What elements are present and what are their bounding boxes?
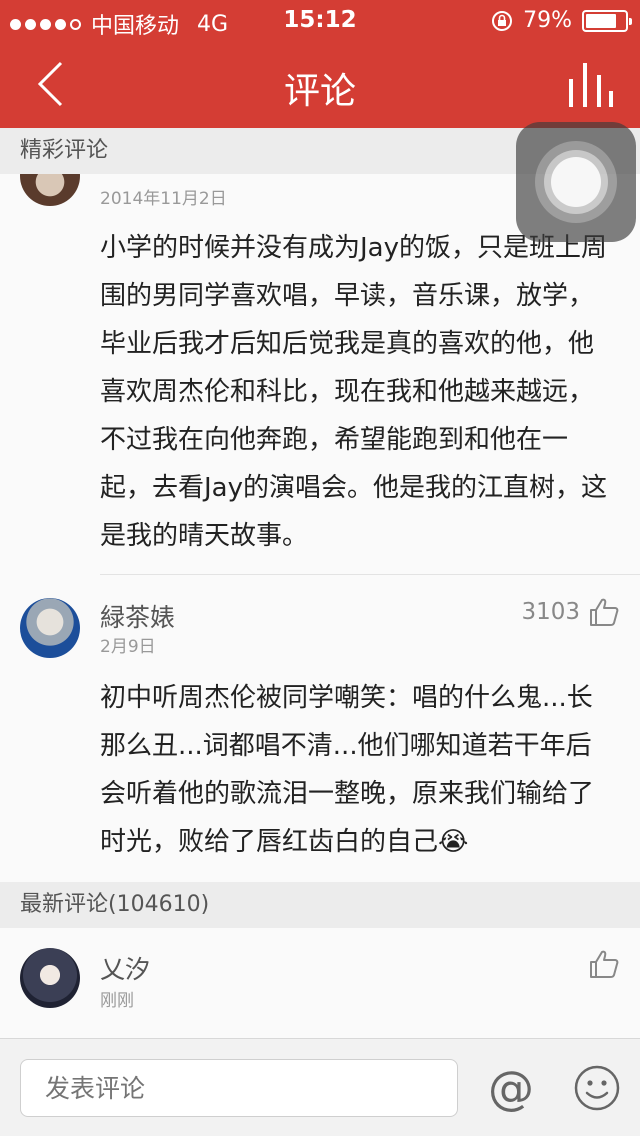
comment-list[interactable]: 2014年11月2日 小学的时候并没有成为Jay的饭，只是班上周围的男同学喜欢唱… [0,174,640,1038]
like-button[interactable]: 3103 [521,596,620,628]
assistive-touch-button[interactable] [516,122,636,242]
comment-date: 2月9日 [100,637,156,657]
thumbs-up-icon [590,950,619,978]
avatar[interactable] [20,598,80,658]
battery-icon [582,9,632,32]
comment-text: 小学的时候并没有成为Jay的饭，只是班上周围的男同学喜欢唱，早读，音乐课，放学，… [100,233,607,551]
assistive-touch-icon [551,157,601,207]
stats-button[interactable] [560,54,620,114]
like-count: 3103 [521,599,580,625]
smiley-icon [574,1065,620,1111]
at-icon: @ [488,1061,534,1115]
comment-input-bar: @ [0,1038,640,1136]
top-bar: 中国移动 4G 15:12 79% 评论 [0,0,640,128]
bars-icon [569,63,613,107]
rotation-lock-icon [492,10,513,31]
comment-date: 刚刚 [100,991,134,1011]
battery-percent: 79% [523,8,572,33]
comment-input[interactable] [20,1059,458,1117]
thumbs-up-icon [590,598,619,626]
user-name[interactable]: 緑茶婊 [100,598,175,634]
comment-item: 乂汐 刚刚 [0,928,640,1038]
emoji-button[interactable] [572,1055,622,1121]
comment-item: 緑茶婊 2月9日 3103 初中听周杰伦被同学嘲笑：唱的什么鬼...长那么丑..… [0,574,640,880]
like-button[interactable] [588,948,620,980]
mention-button[interactable]: @ [488,1055,534,1121]
battery-fill [586,13,617,28]
avatar[interactable] [20,174,80,206]
page-title: 评论 [283,71,356,112]
nav-bar: 评论 [0,40,640,128]
comment-date: 2014年11月2日 [100,189,227,209]
comment-text: 初中听周杰伦被同学嘲笑：唱的什么鬼...长那么丑...词都唱不清...他们哪知道… [100,683,595,857]
section-header-latest: 最新评论(104610) [0,882,640,928]
status-right: 79% [491,8,632,33]
status-bar: 中国移动 4G 15:12 79% [0,0,640,40]
avatar[interactable] [20,948,80,1008]
user-name[interactable]: 乂汐 [100,950,150,986]
